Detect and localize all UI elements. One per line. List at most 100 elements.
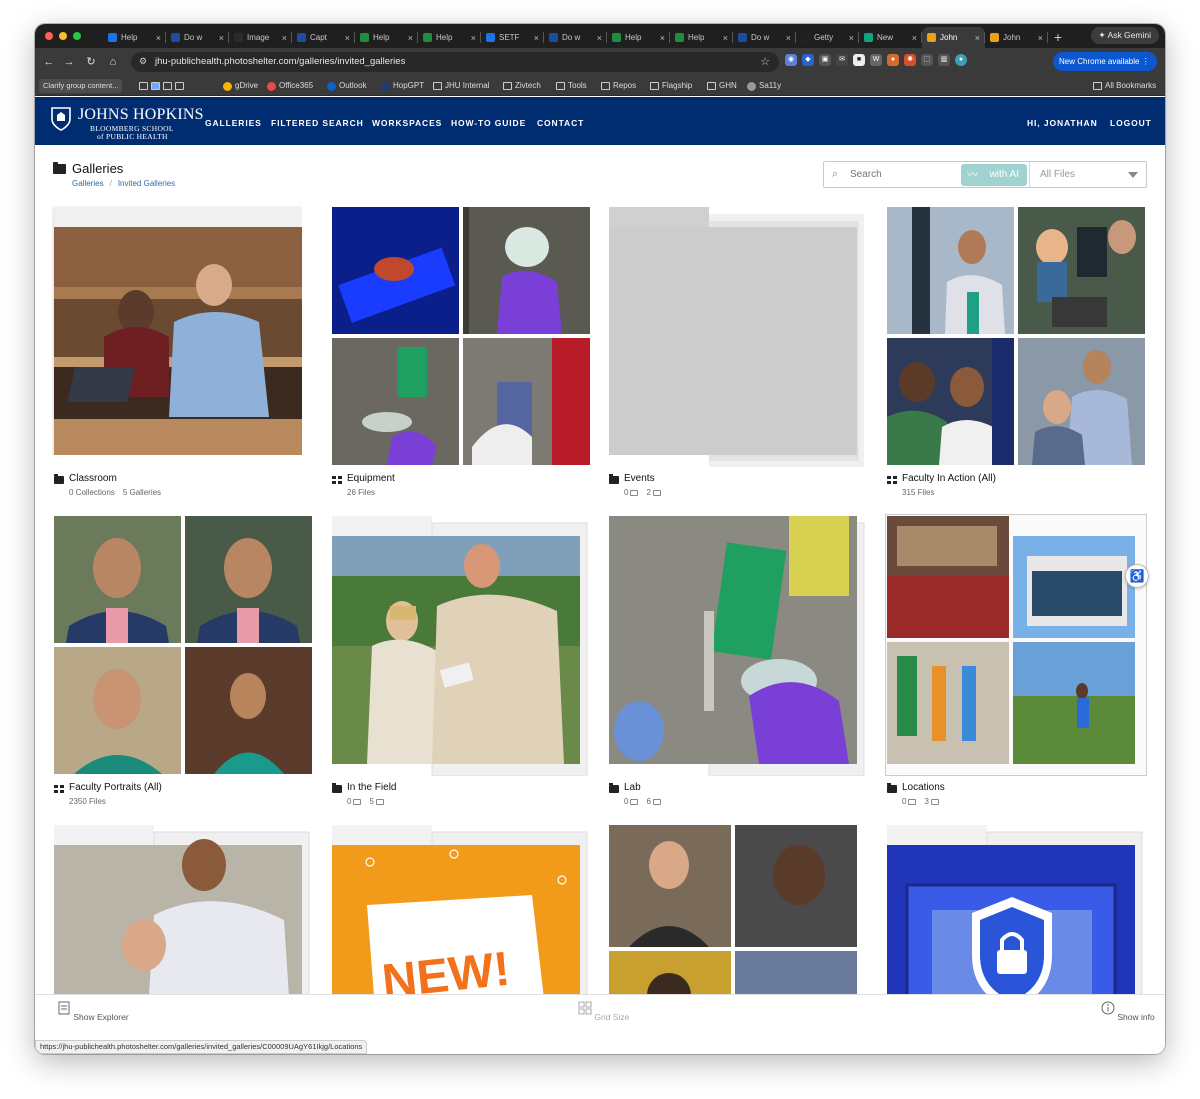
show-explorer-button[interactable]: Show Explorer bbox=[57, 1001, 129, 1022]
close-tab-icon[interactable]: × bbox=[849, 33, 854, 43]
extension-icon[interactable]: ✺ bbox=[904, 54, 916, 66]
user-greeting[interactable]: HI, JONATHAN bbox=[1027, 118, 1098, 128]
collections-count: 0 bbox=[624, 488, 639, 497]
bookmark-folder-tools[interactable]: Tools bbox=[556, 80, 587, 92]
nav-how-to-guide[interactable]: HOW-TO GUIDE bbox=[451, 118, 526, 128]
extension-icon[interactable]: ■ bbox=[853, 54, 865, 66]
jhu-logo[interactable]: JOHNS HOPKINS BLOOMBERG SCHOOL of PUBLIC… bbox=[50, 105, 204, 141]
bookmark-folder-ghn[interactable]: GHN bbox=[707, 80, 737, 92]
extension-icon[interactable]: W bbox=[870, 54, 882, 66]
show-info-button[interactable]: Show info bbox=[1101, 1001, 1155, 1022]
gallery-card-lab[interactable]: Lab 0 6 bbox=[609, 516, 869, 816]
gallery-card-classroom[interactable]: Classroom 0 Collections 5 Galleries bbox=[54, 207, 314, 507]
search-input[interactable] bbox=[850, 169, 950, 180]
grid-size-button[interactable]: Grid Size bbox=[578, 1001, 629, 1022]
bookmark-star-icon[interactable]: ☆ bbox=[760, 55, 770, 68]
accessibility-icon[interactable]: ♿ bbox=[1125, 564, 1149, 588]
gallery-card-locations[interactable]: Locations 0 3 bbox=[885, 514, 1147, 816]
new-tab-button[interactable]: + bbox=[1048, 27, 1068, 48]
breadcrumb-galleries[interactable]: Galleries bbox=[72, 179, 104, 188]
zoom-window-button[interactable] bbox=[73, 32, 81, 40]
nav-galleries[interactable]: GALLERIES bbox=[205, 118, 262, 128]
browser-tab[interactable]: Help × bbox=[418, 27, 481, 48]
bookmark-folder-zivtech[interactable]: Zivtech bbox=[503, 80, 541, 92]
close-tab-icon[interactable]: × bbox=[408, 33, 413, 43]
bookmark-all[interactable]: All Bookmarks bbox=[1093, 80, 1156, 92]
chrome-update-button[interactable]: New Chrome available ⋮ bbox=[1053, 52, 1157, 71]
gallery-card-faculty-portraits[interactable]: Faculty Portraits (All) 2350 Files bbox=[54, 516, 314, 816]
home-icon[interactable]: ⌂ bbox=[105, 54, 121, 70]
extension-icon[interactable]: ◉ bbox=[785, 54, 797, 66]
image-icon bbox=[908, 799, 917, 805]
close-tab-icon[interactable]: × bbox=[660, 33, 665, 43]
browser-tab[interactable]: Getty × bbox=[796, 27, 859, 48]
gallery-card-events[interactable]: Events 0 2 bbox=[609, 207, 869, 507]
close-tab-icon[interactable]: × bbox=[471, 33, 476, 43]
browser-tab[interactable]: John × bbox=[922, 27, 985, 48]
extension-icon[interactable]: ✉ bbox=[836, 54, 848, 66]
bookmark-office365[interactable]: Office365 bbox=[267, 80, 313, 92]
close-tab-icon[interactable]: × bbox=[345, 33, 350, 43]
gallery-card-equipment[interactable]: Equipment 26 Files bbox=[332, 207, 592, 507]
bookmark-gdrive[interactable]: gDrive bbox=[223, 80, 258, 92]
nav-workspaces[interactable]: WORKSPACES bbox=[372, 118, 442, 128]
gallery-meta: 0 6 bbox=[624, 797, 661, 806]
bookmark-folder-flagship[interactable]: Flagship bbox=[650, 80, 692, 92]
browser-tab[interactable]: Capt × bbox=[292, 27, 355, 48]
gallery-card-faculty-in-action[interactable]: Faculty In Action (All) 315 Files bbox=[887, 207, 1147, 507]
puzzle-icon[interactable]: ⬚ bbox=[921, 54, 933, 66]
extension-icon[interactable]: ● bbox=[887, 54, 899, 66]
bookmark-folder-repos[interactable]: Repos bbox=[601, 80, 636, 92]
bookmark-outlook[interactable]: Outlook bbox=[327, 80, 367, 92]
reload-icon[interactable]: ↻ bbox=[83, 54, 99, 70]
nav-contact[interactable]: CONTACT bbox=[537, 118, 584, 128]
image-icon bbox=[930, 799, 939, 805]
sidepanel-icon[interactable]: ▥ bbox=[938, 54, 950, 66]
browser-tab[interactable]: Help × bbox=[670, 27, 733, 48]
minimize-window-button[interactable] bbox=[59, 32, 67, 40]
with-ai-toggle[interactable]: 〰 with AI bbox=[961, 164, 1027, 186]
sa11y-icon bbox=[747, 81, 756, 91]
close-tab-icon[interactable]: × bbox=[597, 33, 602, 43]
galleries-count: 6 bbox=[646, 797, 661, 806]
browser-tab[interactable]: Help × bbox=[607, 27, 670, 48]
bookmark-icons[interactable] bbox=[139, 80, 184, 92]
browser-tab[interactable]: New × bbox=[859, 27, 922, 48]
close-tab-icon[interactable]: × bbox=[975, 33, 980, 43]
close-window-button[interactable] bbox=[45, 32, 53, 40]
browser-tab[interactable]: Help × bbox=[103, 27, 166, 48]
browser-tab[interactable]: Do w × bbox=[544, 27, 607, 48]
profile-avatar-icon[interactable]: ● bbox=[955, 54, 967, 66]
browser-tab[interactable]: Do w × bbox=[166, 27, 229, 48]
close-tab-icon[interactable]: × bbox=[534, 33, 539, 43]
close-tab-icon[interactable]: × bbox=[1038, 33, 1043, 43]
bookmark-sa11y[interactable]: Sa11y bbox=[747, 80, 781, 92]
close-tab-icon[interactable]: × bbox=[786, 33, 791, 43]
browser-tab[interactable]: Image × bbox=[229, 27, 292, 48]
close-tab-icon[interactable]: × bbox=[912, 33, 917, 43]
close-tab-icon[interactable]: × bbox=[282, 33, 287, 43]
browser-tab[interactable]: John × bbox=[985, 27, 1048, 48]
clarify-bookmark[interactable]: Clarify group content... bbox=[39, 79, 123, 93]
browser-tab[interactable]: Help × bbox=[355, 27, 418, 48]
forward-icon[interactable]: → bbox=[61, 54, 77, 70]
ask-gemini-button[interactable]: ✦ Ask Gemini bbox=[1090, 27, 1159, 44]
back-icon[interactable]: ← bbox=[41, 54, 57, 70]
close-tab-icon[interactable]: × bbox=[156, 33, 161, 43]
file-type-select[interactable]: All Files bbox=[1029, 162, 1147, 187]
nav-filtered-search[interactable]: FILTERED SEARCH bbox=[271, 118, 364, 128]
close-tab-icon[interactable]: × bbox=[219, 33, 224, 43]
browser-tab[interactable]: Do w × bbox=[733, 27, 796, 48]
bookmark-hopgpt[interactable]: HopGPT bbox=[381, 80, 424, 92]
extension-icon[interactable]: ▣ bbox=[819, 54, 831, 66]
extension-icon[interactable]: ◆ bbox=[802, 54, 814, 66]
breadcrumb-invited-galleries[interactable]: Invited Galleries bbox=[118, 179, 175, 188]
logout-link[interactable]: LOGOUT bbox=[1110, 118, 1152, 128]
close-tab-icon[interactable]: × bbox=[723, 33, 728, 43]
bookmark-folder-jhu-internal[interactable]: JHU Internal bbox=[433, 80, 489, 92]
gallery-card-in-the-field[interactable]: In the Field 0 5 bbox=[332, 516, 592, 816]
browser-tab[interactable]: SETF × bbox=[481, 27, 544, 48]
address-bar[interactable]: ⚙ jhu-publichealth.photoshelter.com/gall… bbox=[131, 52, 779, 72]
grid-icon bbox=[54, 785, 64, 793]
site-info-icon[interactable]: ⚙ bbox=[139, 56, 147, 67]
